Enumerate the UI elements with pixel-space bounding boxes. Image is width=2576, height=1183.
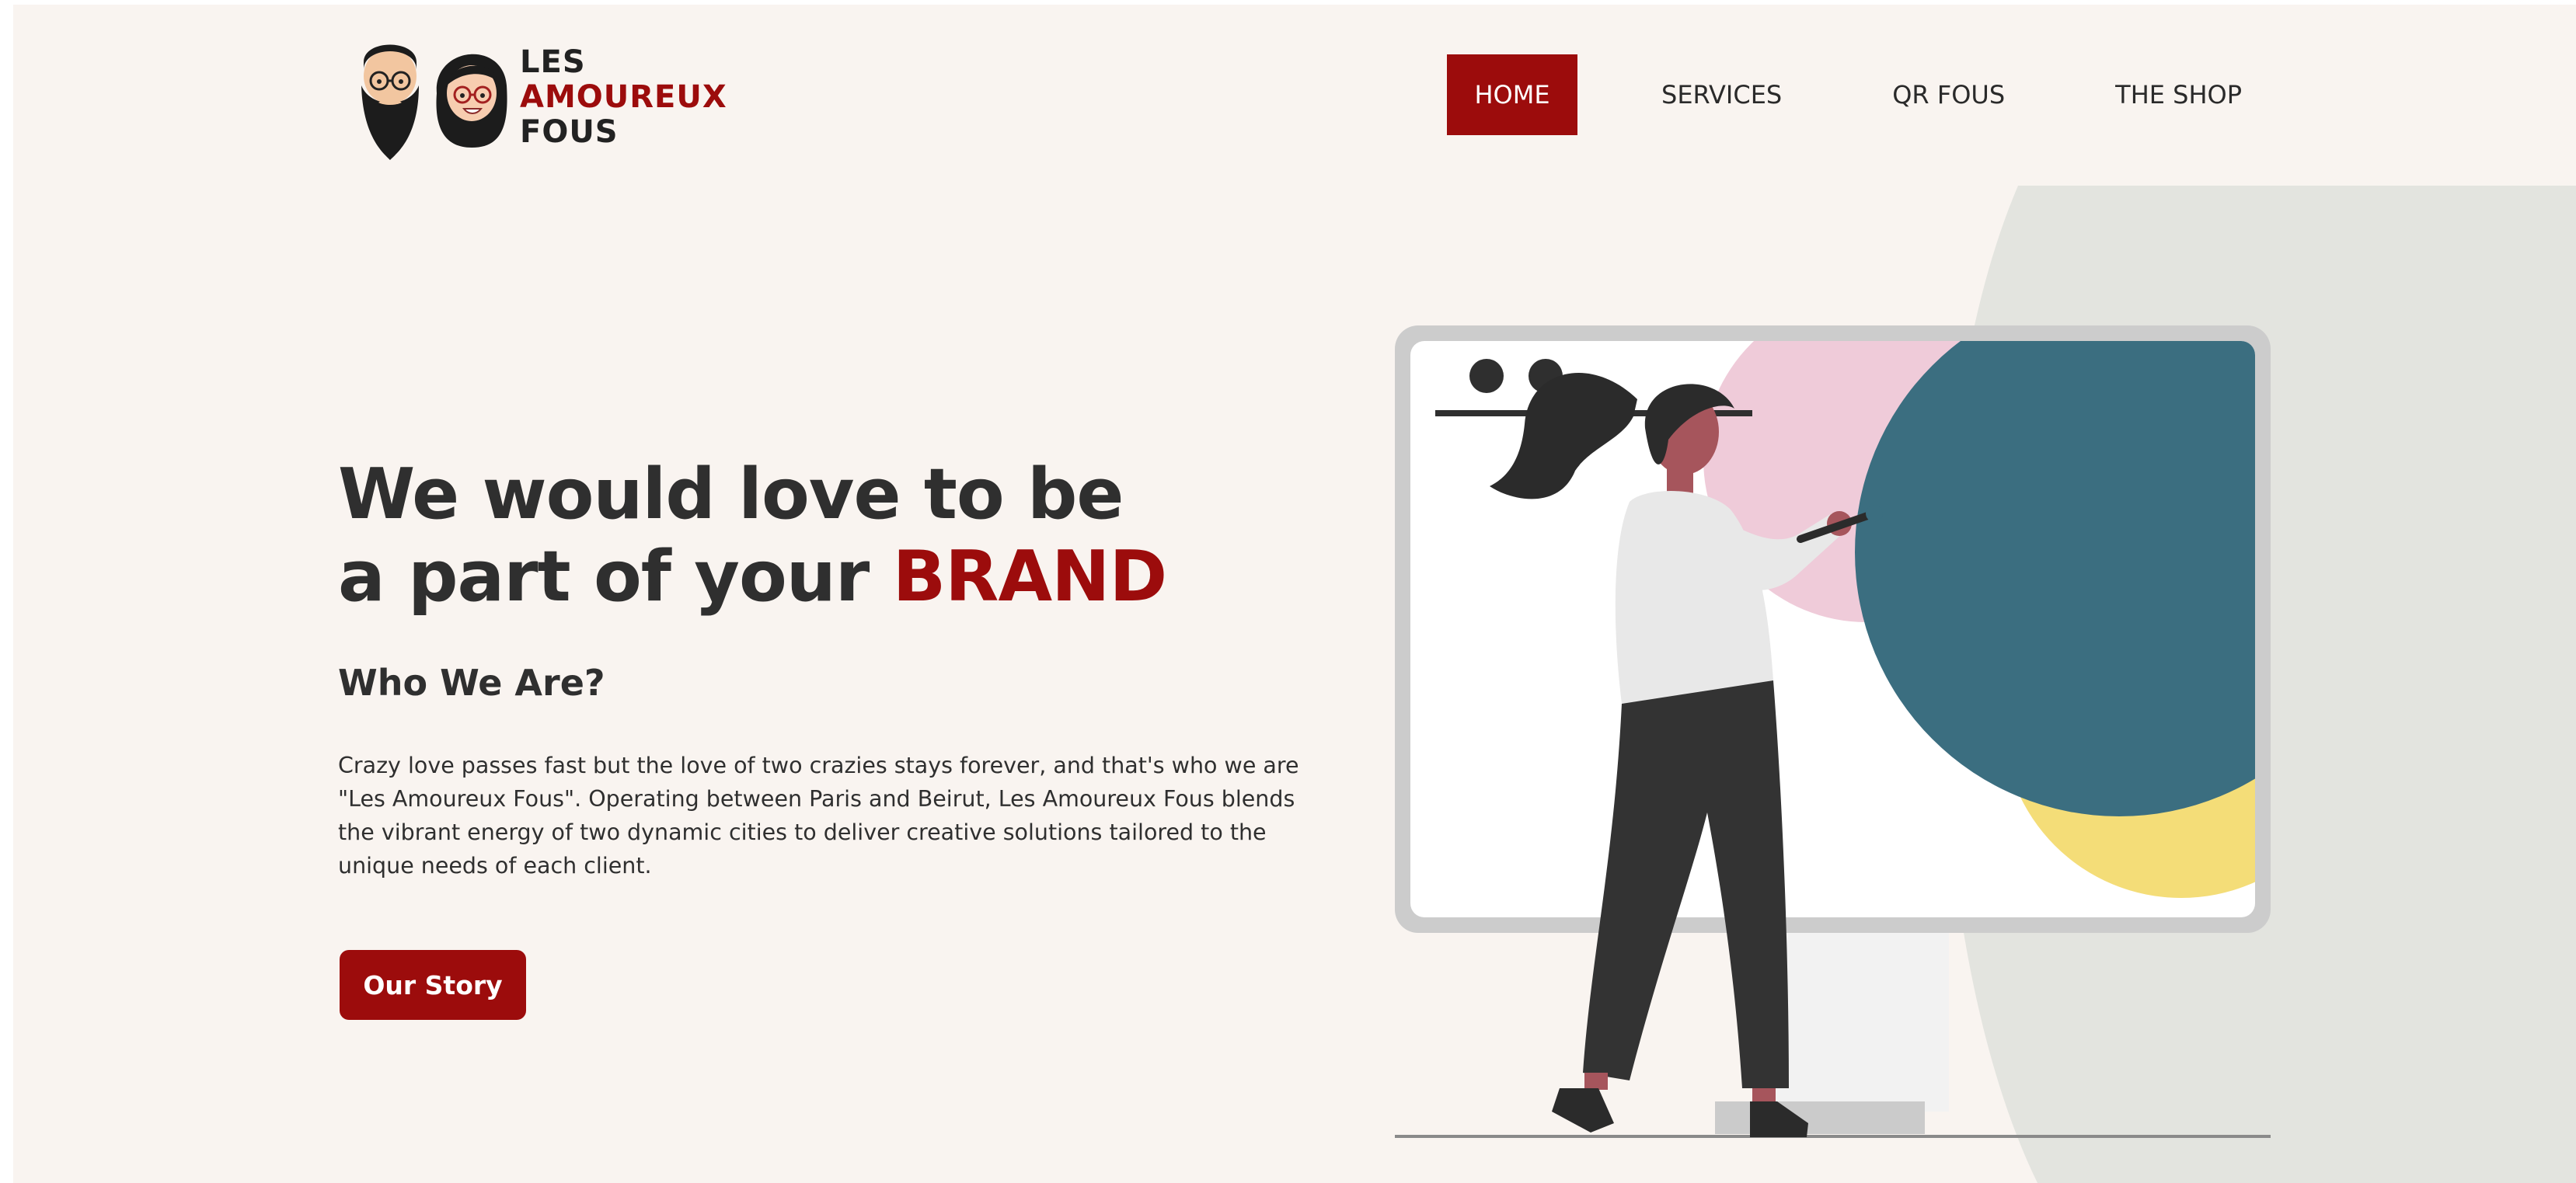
hero-title: We would love to be a part of your BRAND [338, 454, 1168, 618]
hero-title-highlight: BRAND [892, 536, 1168, 618]
nav-item-home[interactable]: HOME [1447, 54, 1577, 135]
our-story-button[interactable]: Our Story [340, 950, 526, 1020]
logo-line-fous: FOUS [520, 113, 619, 150]
nav-item-qr-fous[interactable]: QR FOUS [1892, 54, 2005, 135]
logo-line-les: LES [520, 43, 586, 80]
logo-faces-icon [361, 44, 507, 160]
nav-item-the-shop[interactable]: THE SHOP [2115, 54, 2242, 135]
logo-wordmark: LES AMOUREUX FOUS [520, 43, 727, 150]
logo-line-amoureux: AMOUREUX [520, 78, 727, 115]
hero-title-line1: We would love to be [338, 454, 1124, 535]
main-navigation: HOME SERVICES QR FOUS THE SHOP [1447, 54, 2242, 135]
section-subtitle: Who We Are? [338, 662, 605, 704]
landing-page: LES AMOUREUX FOUS HOME SERVICES QR FOUS … [13, 5, 2576, 1183]
nav-item-services[interactable]: SERVICES [1661, 54, 1782, 135]
about-description: Crazy love passes fast but the love of t… [338, 753, 1299, 879]
hero-title-line2: a part of your [338, 536, 893, 618]
brand-logo[interactable]: LES AMOUREUX FOUS [355, 31, 727, 163]
